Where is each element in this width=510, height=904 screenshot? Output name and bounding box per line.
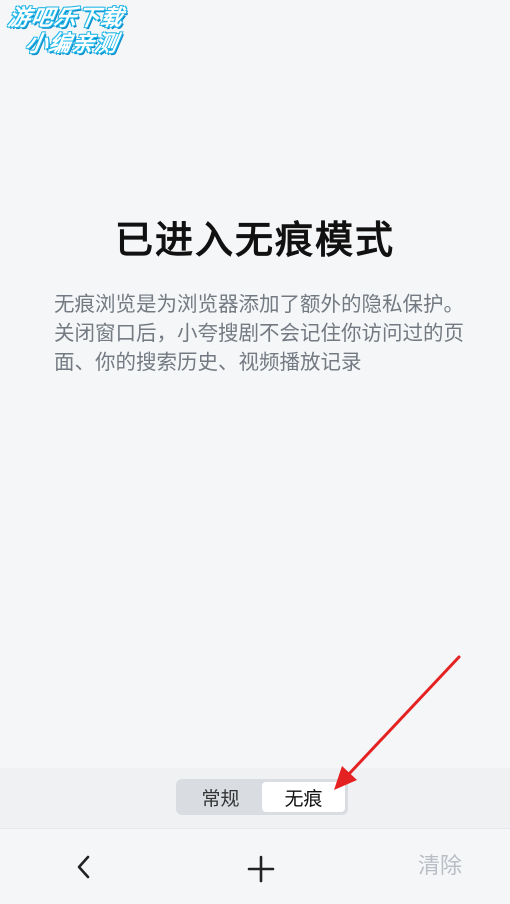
watermark-line-2: 小编亲测 <box>23 32 121 57</box>
watermark-logo: 游吧乐下载 小编亲测 <box>1 6 150 58</box>
incognito-description: 无痕浏览是为浏览器添加了额外的隐私保护。关闭窗口后，小夸搜剧不会记住你访问过的页… <box>54 292 464 374</box>
bottom-toolbar: 清除 <box>0 828 510 904</box>
incognito-screen: 游吧乐下载 小编亲测 已进入无痕模式 无痕浏览是为浏览器添加了额外的隐私保护。关… <box>0 0 510 904</box>
new-tab-button[interactable] <box>241 849 281 889</box>
mode-toggle: 常规 无痕 <box>176 779 348 815</box>
mode-option-normal[interactable]: 常规 <box>179 782 262 812</box>
back-button[interactable] <box>66 849 102 885</box>
page-title: 已进入无痕模式 <box>114 218 395 262</box>
watermark-line-1: 游吧乐下载 <box>6 6 126 31</box>
mode-bar: 常规 无痕 <box>0 768 510 828</box>
mode-option-incognito[interactable]: 无痕 <box>262 782 345 812</box>
clear-button[interactable]: 清除 <box>404 851 476 883</box>
chevron-left-icon <box>77 855 90 879</box>
plus-icon <box>247 855 275 883</box>
